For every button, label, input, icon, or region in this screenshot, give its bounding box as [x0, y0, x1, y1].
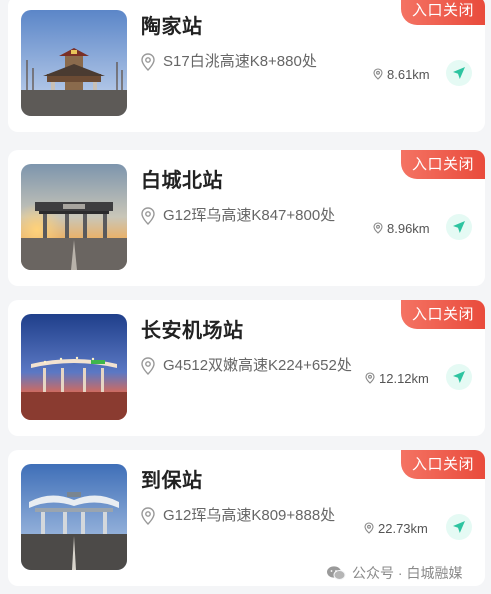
station-address: S17白洮高速K8+880处 [141, 52, 366, 72]
address-text: G4512双嫩高速K224+652处 [163, 357, 352, 374]
navigation-arrow-icon [453, 221, 465, 233]
wechat-account-watermark: 公众号 · 白城融媒 [326, 563, 462, 583]
navigation-arrow-icon [453, 67, 465, 79]
address-text: G12珲乌高速K809+888处 [163, 507, 336, 524]
distance-text: 22.73km [378, 520, 428, 536]
station-card[interactable]: 陶家站 入口关闭 S17白洮高速K8+880处 8.61km [8, 0, 485, 132]
station-photo [21, 464, 127, 570]
navigate-button[interactable] [446, 60, 472, 86]
distance-text: 8.61km [387, 66, 430, 82]
location-pin-icon [141, 53, 155, 71]
station-name: 白城北站 [141, 170, 223, 192]
station-photo [21, 164, 127, 270]
navigation-arrow-icon [453, 371, 465, 383]
small-location-pin-icon [373, 68, 383, 80]
address-text: G12珲乌高速K847+800处 [163, 207, 336, 224]
wechat-icon [327, 566, 346, 580]
station-card[interactable]: 长安机场站 入口关闭 G4512双嫩高速K224+652处 12.12km [8, 300, 485, 436]
location-pin-icon [141, 507, 155, 525]
entrance-closed-badge: 入口关闭 [401, 0, 485, 25]
entrance-closed-badge: 入口关闭 [401, 300, 485, 329]
distance-text: 8.96km [387, 220, 430, 236]
station-distance: 12.12km [365, 368, 429, 388]
navigate-button[interactable] [446, 214, 472, 240]
entrance-closed-badge: 入口关闭 [401, 150, 485, 179]
small-location-pin-icon [365, 372, 375, 384]
small-location-pin-icon [373, 222, 383, 234]
station-photo [21, 10, 127, 116]
address-text: S17白洮高速K8+880处 [163, 53, 317, 70]
station-address: G4512双嫩高速K224+652处 [141, 356, 366, 376]
station-name: 长安机场站 [141, 320, 244, 342]
entrance-closed-badge: 入口关闭 [401, 450, 485, 479]
station-name: 到保站 [141, 470, 203, 492]
station-photo [21, 314, 127, 420]
location-pin-icon [141, 357, 155, 375]
navigation-arrow-icon [453, 521, 465, 533]
location-pin-icon [141, 207, 155, 225]
small-location-pin-icon [364, 522, 374, 534]
station-distance: 8.96km [373, 218, 430, 238]
station-address: G12珲乌高速K847+800处 [141, 206, 366, 226]
station-distance: 22.73km [364, 518, 428, 538]
navigate-button[interactable] [446, 364, 472, 390]
station-name: 陶家站 [141, 16, 203, 38]
distance-text: 12.12km [379, 370, 429, 386]
watermark-text: 公众号 · 白城融媒 [352, 565, 463, 581]
station-address: G12珲乌高速K809+888处 [141, 506, 366, 526]
navigate-button[interactable] [446, 514, 472, 540]
station-distance: 8.61km [373, 64, 430, 84]
station-card[interactable]: 白城北站 入口关闭 G12珲乌高速K847+800处 8.96km [8, 150, 485, 286]
